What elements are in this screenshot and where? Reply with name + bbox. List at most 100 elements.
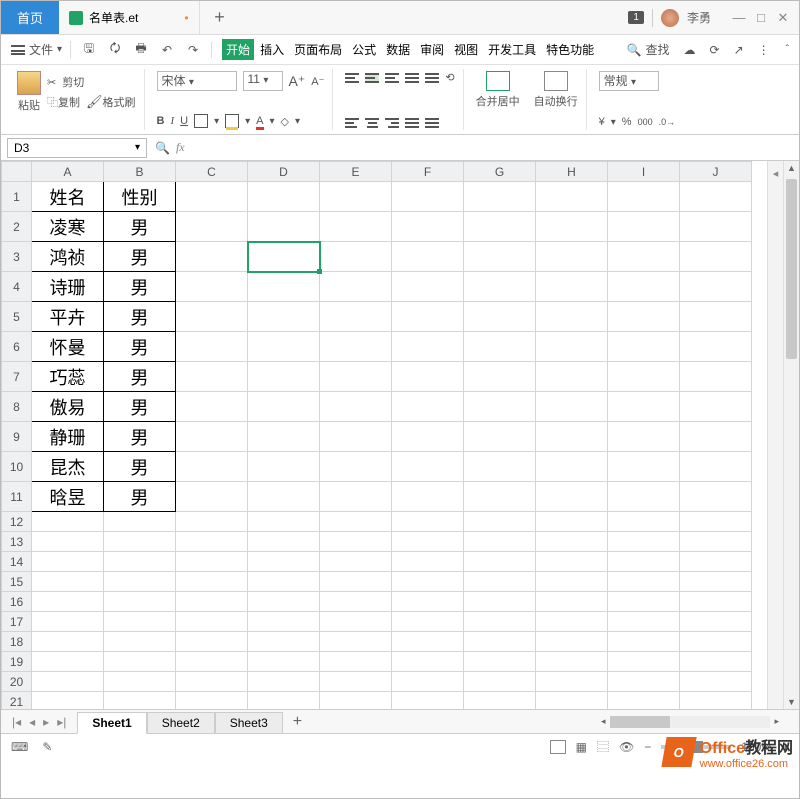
cell[interactable] [176, 212, 248, 242]
notification-badge[interactable]: 1 [628, 11, 644, 24]
cell[interactable] [536, 242, 608, 272]
cell[interactable] [248, 592, 320, 612]
cell[interactable] [104, 612, 176, 632]
cell[interactable] [32, 612, 104, 632]
col-header-D[interactable]: D [248, 162, 320, 182]
cell[interactable] [536, 592, 608, 612]
cell[interactable] [248, 532, 320, 552]
cell[interactable] [680, 612, 752, 632]
cell[interactable] [680, 392, 752, 422]
cell[interactable] [680, 362, 752, 392]
col-header-B[interactable]: B [104, 162, 176, 182]
refresh-icon[interactable]: ⟳ [710, 43, 720, 57]
tab-review[interactable]: 审阅 [416, 39, 448, 60]
cell[interactable] [320, 272, 392, 302]
cell[interactable] [680, 592, 752, 612]
currency-dropdown[interactable]: ▾ [611, 117, 616, 128]
cell[interactable] [32, 552, 104, 572]
cell[interactable]: 男 [104, 482, 176, 512]
row-header[interactable]: 10 [2, 452, 32, 482]
cell[interactable] [680, 332, 752, 362]
reading-view-icon[interactable]: 👁 [619, 740, 634, 754]
cell[interactable] [608, 532, 680, 552]
spreadsheet-grid[interactable]: A B C D E F G H I J 1姓名性别2凌寒男3鸿祯男4诗珊男5平卉… [1, 161, 752, 709]
font-size-select[interactable]: 11 ▾ [243, 71, 283, 91]
cell[interactable] [32, 512, 104, 532]
align-top-icon[interactable] [345, 73, 359, 83]
cell[interactable]: 性别 [104, 182, 176, 212]
cell[interactable] [248, 692, 320, 710]
cell[interactable] [320, 652, 392, 672]
cell[interactable] [392, 452, 464, 482]
home-tab[interactable]: 首页 [1, 1, 59, 34]
col-header-E[interactable]: E [320, 162, 392, 182]
cell[interactable] [320, 482, 392, 512]
cell[interactable] [248, 392, 320, 422]
cell[interactable] [104, 652, 176, 672]
cell[interactable] [680, 552, 752, 572]
cell[interactable] [608, 212, 680, 242]
row-header[interactable]: 5 [2, 302, 32, 332]
cell[interactable]: 静珊 [32, 422, 104, 452]
row-header[interactable]: 8 [2, 392, 32, 422]
spell-check-icon[interactable]: ✎ [42, 740, 52, 754]
cell[interactable] [32, 652, 104, 672]
cell[interactable] [608, 652, 680, 672]
merge-center-button[interactable]: 合并居中 [476, 71, 520, 109]
cell[interactable] [464, 182, 536, 212]
scrollbar-thumb[interactable] [786, 179, 797, 359]
sheet-nav-first-icon[interactable]: |◂ [9, 715, 24, 729]
cell[interactable] [320, 362, 392, 392]
scroll-up-icon[interactable]: ▲ [784, 163, 799, 173]
cell[interactable] [536, 392, 608, 422]
print-preview-icon[interactable]: 🖶 [133, 42, 149, 58]
row-header[interactable]: 15 [2, 572, 32, 592]
cell[interactable] [680, 242, 752, 272]
cell[interactable] [248, 552, 320, 572]
cell[interactable] [176, 452, 248, 482]
cell[interactable] [536, 512, 608, 532]
horizontal-scrollbar[interactable]: ◂ ▸ [599, 715, 799, 729]
cell[interactable] [536, 632, 608, 652]
cell[interactable]: 男 [104, 332, 176, 362]
align-center-icon[interactable] [365, 118, 379, 128]
cell[interactable] [320, 182, 392, 212]
maximize-icon[interactable]: □ [751, 10, 771, 26]
increase-font-icon[interactable]: A⁺ [289, 73, 306, 90]
cell[interactable] [608, 692, 680, 710]
cell[interactable] [320, 242, 392, 272]
vertical-scrollbar[interactable]: ▲ ▼ [783, 161, 799, 709]
formula-input[interactable] [193, 138, 793, 158]
cell[interactable] [392, 532, 464, 552]
cell[interactable] [320, 592, 392, 612]
cell[interactable] [32, 632, 104, 652]
redo-icon[interactable]: ↷ [185, 42, 201, 58]
col-header-H[interactable]: H [536, 162, 608, 182]
cell[interactable] [536, 482, 608, 512]
cell[interactable] [392, 392, 464, 422]
fx-icon[interactable]: fx [176, 140, 185, 155]
cell[interactable] [464, 482, 536, 512]
cell[interactable] [464, 512, 536, 532]
cell[interactable] [464, 612, 536, 632]
hscroll-right-icon[interactable]: ▸ [772, 716, 781, 727]
cell[interactable] [464, 532, 536, 552]
cell[interactable] [392, 242, 464, 272]
col-header-F[interactable]: F [392, 162, 464, 182]
row-header[interactable]: 1 [2, 182, 32, 212]
cell[interactable] [608, 272, 680, 302]
cell[interactable] [608, 422, 680, 452]
cell[interactable] [680, 672, 752, 692]
number-format-select[interactable]: 常规 ▾ [599, 71, 659, 91]
cell[interactable] [464, 362, 536, 392]
cell[interactable] [320, 302, 392, 332]
new-tab-button[interactable]: + [200, 1, 240, 34]
cell[interactable] [464, 332, 536, 362]
cell[interactable] [320, 452, 392, 482]
cell[interactable] [176, 392, 248, 422]
cell[interactable] [248, 182, 320, 212]
close-icon[interactable]: ✕ [773, 10, 793, 26]
cell[interactable] [608, 242, 680, 272]
page-break-view-icon[interactable]: ⿳ [597, 738, 609, 755]
tab-special[interactable]: 特色功能 [542, 39, 598, 60]
